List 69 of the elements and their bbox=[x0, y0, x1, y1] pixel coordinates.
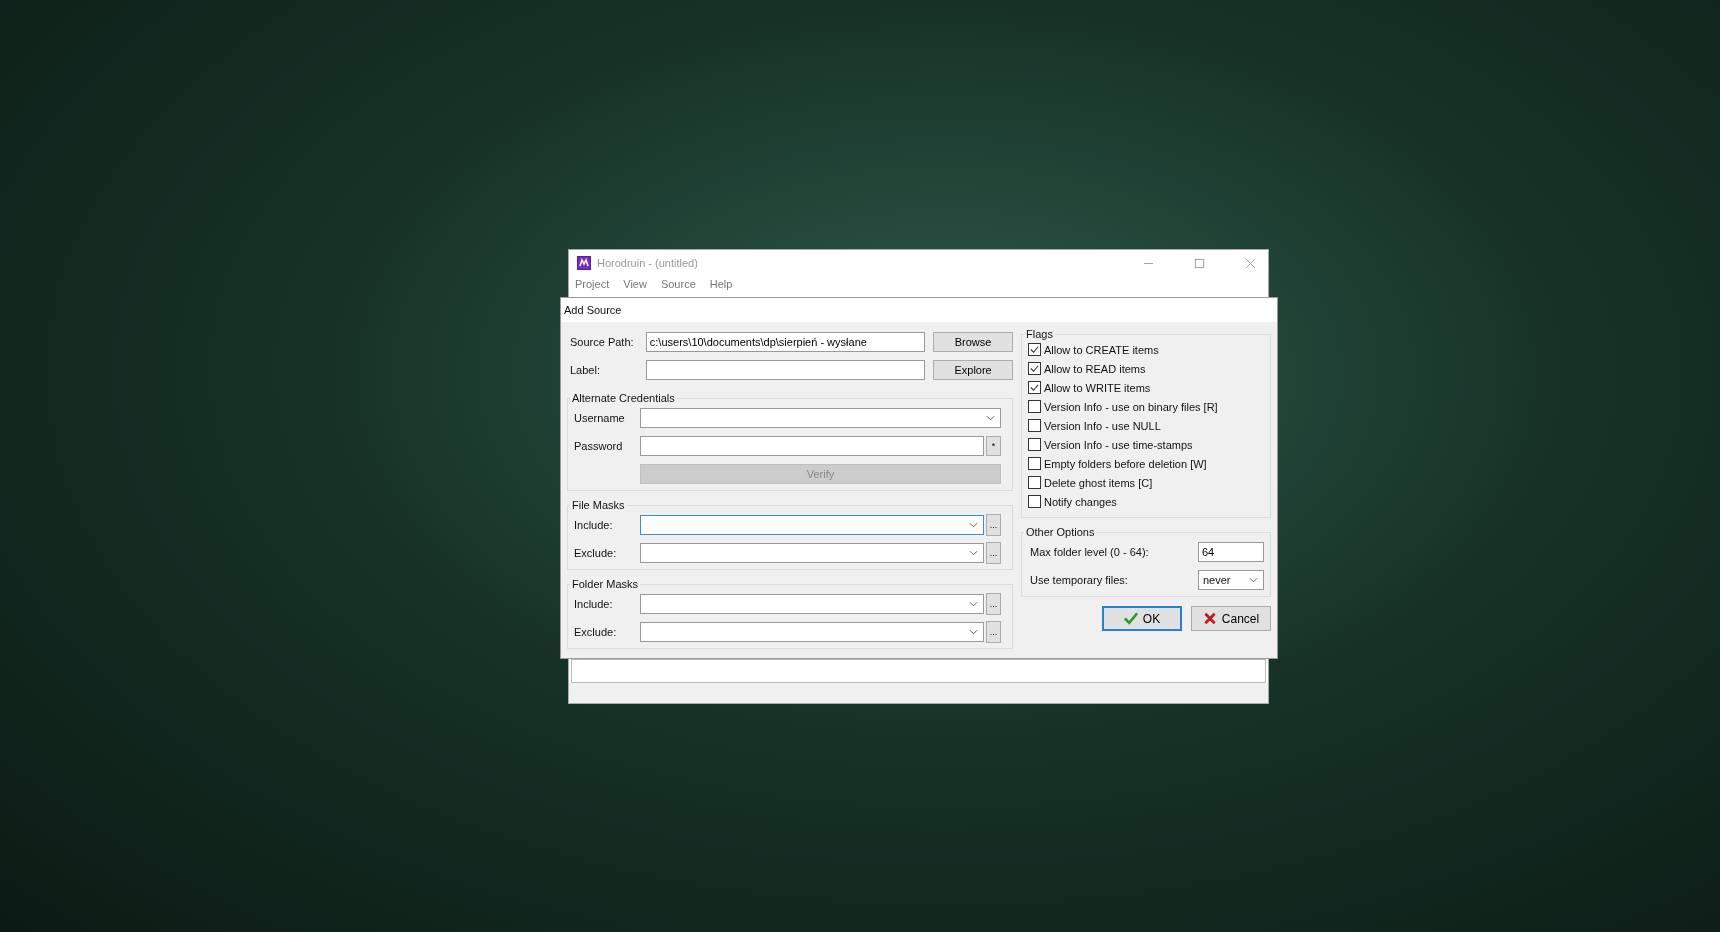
browse-button[interactable]: Browse bbox=[933, 332, 1013, 352]
chevron-icon bbox=[969, 629, 978, 635]
field-label: Source Path: bbox=[569, 336, 635, 348]
checkbox[interactable] bbox=[1028, 343, 1041, 356]
checkbox[interactable] bbox=[1028, 476, 1041, 489]
checkbox-label: Empty folders before deletion [W] bbox=[1044, 457, 1207, 470]
mask-dropdown[interactable] bbox=[640, 622, 984, 642]
group-title: Flags bbox=[1025, 328, 1054, 340]
checkbox-label: Version Info - use on binary files [R] bbox=[1044, 400, 1218, 413]
more-button[interactable]: ... bbox=[986, 593, 1001, 615]
chevron-icon bbox=[986, 415, 995, 421]
mask-dropdown[interactable] bbox=[640, 543, 984, 563]
explore-button[interactable]: Explore bbox=[933, 360, 1013, 380]
group-title: Folder Masks bbox=[571, 578, 640, 590]
max-folder-level-field[interactable]: 64 bbox=[1198, 542, 1264, 562]
field-label: Username bbox=[574, 412, 626, 424]
checkbox[interactable] bbox=[1028, 419, 1041, 432]
group-title: Alternate Credentials bbox=[571, 392, 676, 404]
menu-item[interactable]: Help bbox=[709, 278, 733, 294]
group-title: Other Options bbox=[1025, 526, 1096, 538]
checkbox-label: Version Info - use NULL bbox=[1044, 419, 1161, 432]
menu-item[interactable]: Project bbox=[575, 278, 610, 294]
dialog-title: Add Source bbox=[561, 298, 1277, 322]
mask-dropdown[interactable] bbox=[640, 594, 984, 614]
more-button[interactable]: ... bbox=[986, 621, 1001, 643]
checkbox[interactable] bbox=[1028, 457, 1041, 470]
cancel-button[interactable]: Cancel bbox=[1191, 606, 1271, 631]
field-label: Label: bbox=[569, 364, 601, 376]
menu-item[interactable]: Source bbox=[660, 278, 696, 294]
username-dropdown[interactable] bbox=[640, 408, 1001, 428]
app-icon bbox=[577, 256, 591, 270]
field-label: Include: bbox=[574, 598, 614, 610]
checkbox-label: Allow to READ items bbox=[1044, 362, 1146, 375]
field-label: Password bbox=[574, 440, 624, 452]
checkbox[interactable] bbox=[1028, 381, 1041, 394]
window-title: Horodruin - (untitled) bbox=[597, 257, 698, 269]
checkbox[interactable] bbox=[1028, 362, 1041, 375]
checkmark-icon bbox=[1123, 612, 1138, 625]
cross-icon bbox=[1202, 612, 1217, 625]
maximize-icon[interactable] bbox=[1194, 257, 1205, 269]
ok-button[interactable]: OK bbox=[1102, 606, 1182, 631]
field-label: Use temporary files: bbox=[1030, 574, 1128, 586]
chevron-icon bbox=[969, 601, 978, 607]
reveal-button[interactable]: * bbox=[986, 436, 1001, 456]
checkbox[interactable] bbox=[1028, 495, 1041, 508]
field-label: Max folder level (0 - 64): bbox=[1030, 546, 1149, 558]
field-label: Include: bbox=[574, 519, 614, 531]
close-icon[interactable] bbox=[1245, 257, 1256, 269]
field-label: Exclude: bbox=[574, 626, 618, 638]
checkbox[interactable] bbox=[1028, 400, 1041, 413]
group-title: File Masks bbox=[571, 499, 626, 511]
chevron-icon bbox=[969, 550, 978, 556]
checkbox[interactable] bbox=[1028, 438, 1041, 451]
checkbox-label: Allow to WRITE items bbox=[1044, 381, 1151, 394]
chevron-icon bbox=[969, 522, 978, 528]
more-button[interactable]: ... bbox=[986, 514, 1001, 536]
source-path-field[interactable]: c:\users\10\documents\dp\sierpień - wysłane bbox=[645, 332, 926, 352]
checkbox-label: Notify changes bbox=[1044, 495, 1117, 508]
checkbox-label: Version Info - use time-stamps bbox=[1044, 438, 1193, 451]
field-label: Exclude: bbox=[574, 547, 618, 559]
checkbox-label: Delete ghost items [C] bbox=[1044, 476, 1153, 489]
checkbox-label: Allow to CREATE items bbox=[1044, 343, 1159, 356]
more-button[interactable]: ... bbox=[986, 542, 1001, 564]
chevron-icon bbox=[1249, 577, 1258, 583]
label-field[interactable] bbox=[645, 360, 926, 380]
menu-item[interactable]: View bbox=[623, 278, 647, 294]
temp-files-dropdown[interactable]: never bbox=[1198, 570, 1264, 590]
mask-dropdown[interactable] bbox=[640, 515, 984, 535]
password-field[interactable] bbox=[640, 436, 984, 456]
